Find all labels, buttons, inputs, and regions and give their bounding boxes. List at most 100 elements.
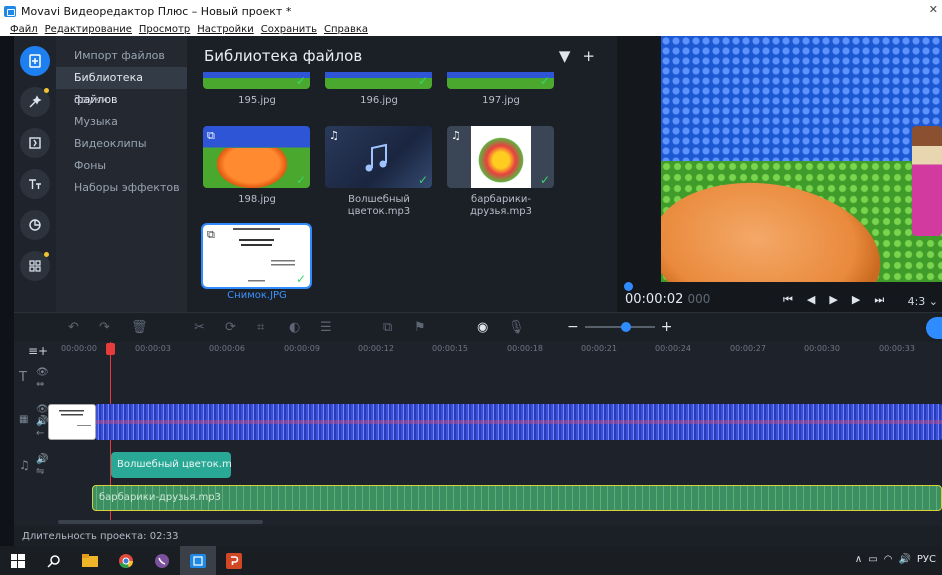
video-clip-snimok[interactable] [48,404,96,440]
wifi-icon[interactable]: ◠ [884,554,893,565]
visibility-icon[interactable]: 👁 [36,367,49,378]
aspect-ratio-select[interactable]: 4:3 ⌄ [908,295,938,308]
properties-icon[interactable]: ☰ [320,320,332,335]
zoom-slider[interactable] [584,322,655,332]
ruler-tick: 00:00:18 [507,344,543,353]
windows-start-icon[interactable] [0,546,36,575]
document-preview [233,228,295,282]
menu-view[interactable]: Просмотр [139,24,190,35]
color-adjust-icon[interactable]: ◐ [289,320,300,335]
record-icon[interactable]: ◉ [477,320,488,335]
chrome-icon[interactable] [108,546,144,575]
ruler-tick: 00:00:33 [879,344,915,353]
thumb-196[interactable]: ✓ [325,72,432,89]
marker-icon[interactable]: ⚑ [414,320,426,335]
prev-frame-icon[interactable]: ◀ [807,293,815,307]
add-icon[interactable]: + [582,47,595,65]
category-effect-sets[interactable]: Наборы эффектов [56,177,187,199]
next-frame-icon[interactable]: ▶ [852,293,860,307]
movavi-taskbar-icon[interactable] [180,546,216,575]
zoom-out-icon[interactable]: − [567,319,579,335]
volume-icon[interactable]: 🔊 [36,416,48,427]
zoom-control: − + [567,319,672,335]
thumb-195[interactable]: ✓ [203,72,310,89]
thumb-197[interactable]: ✓ [447,72,554,89]
file-explorer-icon[interactable] [72,546,108,575]
check-icon: ✓ [539,74,550,88]
audio-badge-icon: ♫ [451,129,461,142]
play-icon[interactable]: ▶ [829,293,837,307]
title-bar: Movavi Видеоредактор Плюс – Новый проект… [0,0,942,22]
ruler-tick: 00:00:03 [135,344,171,353]
powerpoint-icon[interactable] [216,546,252,575]
ruler-tick: 00:00:12 [358,344,394,353]
redo-icon[interactable]: ↷ [99,320,110,335]
window-title: Movavi Видеоредактор Плюс – Новый проект… [21,4,292,18]
search-icon[interactable] [36,546,72,575]
category-videoclips[interactable]: Видеоклипы [56,133,187,155]
player-controls: 00:00:02 000 ⏮ ◀ ▶ ▶ ⏭ 4:3 ⌄ [617,282,942,312]
scrub-handle[interactable] [624,282,633,291]
preview-image [661,36,942,282]
time-ruler[interactable]: 00:00:00 00:00:03 00:00:06 00:00:09 00:0… [59,342,942,358]
ruler-tick: 00:00:15 [432,344,468,353]
import-tool-button[interactable] [20,46,50,76]
magic-wand-icon [29,95,42,108]
category-sounds[interactable]: Звуки [56,89,187,111]
delete-icon[interactable]: 🗑 [131,320,148,335]
language-indicator[interactable]: РУС [917,554,936,565]
ruler-tick: 00:00:30 [804,344,840,353]
ruler-tick: 00:00:21 [581,344,617,353]
ruler-tick: 00:00:00 [61,344,97,353]
category-backgrounds[interactable]: Фоны [56,155,187,177]
overlay-icon[interactable]: ⧉ [383,320,392,335]
volume-icon[interactable]: 🔊 [36,454,48,465]
chevron-up-icon[interactable]: ∧ [855,554,862,565]
link-icon[interactable]: ⇋ [36,466,44,477]
link-icon[interactable]: ← [36,428,44,439]
zoom-in-icon[interactable]: + [661,319,673,335]
audio-clip-volshebny[interactable]: Волшебный цветок.mp3 [111,452,231,478]
playback-buttons: ⏮ ◀ ▶ ▶ ⏭ [783,293,884,307]
viber-icon[interactable] [144,546,180,575]
thumb-barbariki[interactable]: ♫ ✓ [447,126,554,188]
filter-icon[interactable]: ▼ [559,47,571,65]
add-track-icon[interactable]: ≡+ [28,344,48,358]
more-tools-button[interactable] [20,251,50,281]
video-audio-waveform[interactable] [96,404,942,440]
network-icon[interactable]: ▭ [868,554,877,565]
export-button[interactable] [926,317,942,339]
crop-icon[interactable]: ⌗ [257,320,264,335]
thumb-volshebny-tsvetok[interactable]: ♫ ✓ [325,126,432,188]
menu-settings[interactable]: Настройки [197,24,253,35]
link-icon[interactable]: ⇔ [36,379,44,390]
audio-clip-barbariki[interactable]: барбарики-друзья.mp3 [92,485,942,511]
check-icon: ✓ [417,173,428,187]
menu-file[interactable]: Файл [10,24,38,35]
undo-icon[interactable]: ↶ [68,320,79,335]
menu-help[interactable]: Справка [324,24,368,35]
transitions-tool-button[interactable] [20,128,50,158]
rotate-icon[interactable]: ⟳ [225,320,236,335]
titles-tool-button[interactable] [20,169,50,199]
category-import[interactable]: Импорт файлов [56,45,187,67]
check-icon: ✓ [295,272,306,286]
stickers-tool-button[interactable] [20,210,50,240]
category-file-library[interactable]: Библиотека файлов [56,67,187,106]
speaker-icon[interactable]: 🔊 [898,554,910,565]
import-icon [29,54,41,68]
close-icon[interactable]: ✕ [929,3,938,16]
skip-start-icon[interactable]: ⏮ [783,293,793,307]
thumb-198[interactable]: ⧉ ✓ [203,126,310,188]
thumb-snimok[interactable]: ⧉ ✓ [201,223,312,289]
visibility-icon[interactable]: 👁 [36,404,49,415]
magic-tool-button[interactable] [20,87,50,117]
zoom-knob[interactable] [620,322,631,332]
skip-end-icon[interactable]: ⏭ [874,293,884,307]
timeline-scrollbar[interactable] [58,520,263,524]
cut-icon[interactable]: ✂ [194,320,205,335]
menu-save[interactable]: Сохранить [261,24,317,35]
microphone-icon[interactable]: 🎙 [508,320,525,335]
menu-edit[interactable]: Редактирование [45,24,132,35]
category-music[interactable]: Музыка [56,111,187,133]
